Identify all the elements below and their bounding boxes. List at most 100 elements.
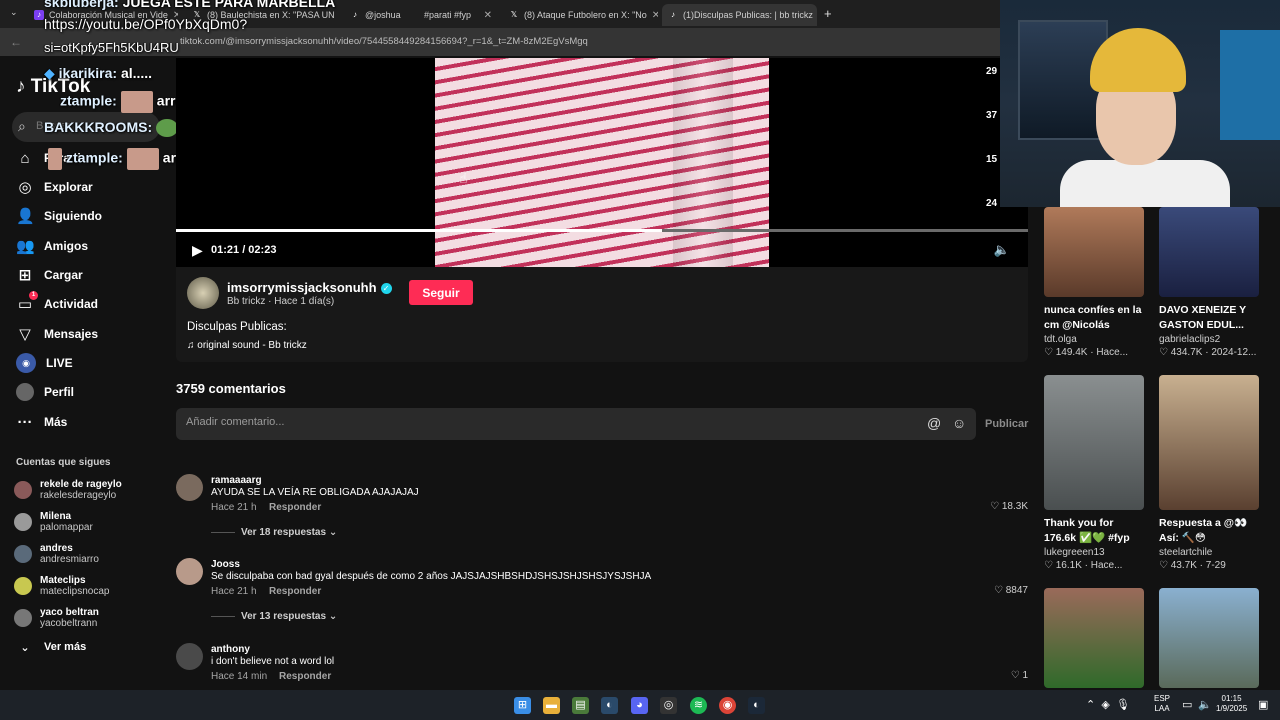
close-icon[interactable]: ✕ <box>652 10 658 21</box>
video-description: Disculpas Publicas: <box>187 321 287 333</box>
video-thumbnail[interactable] <box>1159 375 1259 510</box>
windows-taskbar: ⊞ ▬ ▤ ◐ ◕ ◎ ≋ ◉ ◐ ⌃ ◈ 🎙 ESP LAA ▭ 🔈 01:15… <box>0 690 1280 720</box>
recommended-video[interactable]: DAVO XENEIZE Y GASTON EDUL... gabrielacl… <box>1159 207 1263 358</box>
reply-button[interactable]: Responder <box>269 586 321 597</box>
tab-search-icon[interactable]: ⌄ <box>10 7 18 18</box>
sidebar-item-cargar[interactable]: ⊞ Cargar <box>16 264 83 286</box>
comment-username[interactable]: anthony <box>211 644 250 655</box>
recommended-video[interactable]: nunca confíes en la cm @Nicolás Ferrer..… <box>1044 207 1148 358</box>
publish-button[interactable]: Publicar <box>985 418 1028 430</box>
video-thumbnail[interactable] <box>1044 375 1144 510</box>
sidebar-item-perfil[interactable]: Perfil <box>16 381 74 403</box>
comment-likes[interactable]: ♡ 1 <box>1011 670 1028 681</box>
author-name[interactable]: imsorrymissjacksonuhh ✓ <box>227 280 392 295</box>
obs-icon[interactable]: ◎ <box>660 697 677 714</box>
following-account[interactable]: Milena palomappar <box>14 507 93 537</box>
steam-icon[interactable]: ◐ <box>748 697 765 714</box>
file-explorer-icon[interactable]: ▬ <box>543 697 560 714</box>
chat-emote <box>126 148 159 170</box>
streamer-webcam <box>1000 0 1280 207</box>
recommended-video[interactable]: Thank you for 176.6k ✅💚 #fyp #scooter lu… <box>1044 375 1148 571</box>
author-avatar[interactable] <box>187 277 219 309</box>
video-thumbnail[interactable] <box>1044 207 1144 297</box>
user-follow-icon: 👤 <box>16 208 35 225</box>
microphone-icon: 🎙 <box>1115 699 1130 711</box>
avatar[interactable] <box>176 643 203 670</box>
comment-likes[interactable]: ♡ 18.3K <box>990 501 1028 512</box>
video-thumbnail[interactable] <box>1044 588 1144 688</box>
browser-tab-5[interactable]: 𝕏 (8) Ataque Futbolero en X: "No ✕ <box>503 4 658 26</box>
video-progress-bar[interactable] <box>176 229 1028 232</box>
video-player[interactable]: ▶ 01:21 / 02:23 🔈 <box>176 58 1028 267</box>
discord-icon[interactable]: ◕ <box>631 697 648 714</box>
recommended-video[interactable] <box>1044 588 1148 688</box>
app-icon[interactable]: ▤ <box>572 697 589 714</box>
author-info: imsorrymissjacksonuhh ✓ Bb trickz · Hace … <box>176 267 1028 362</box>
video-thumbnail[interactable] <box>1159 207 1259 297</box>
notification-icon[interactable]: ▣ <box>1258 698 1268 711</box>
back-arrow-icon[interactable]: ← <box>10 35 22 49</box>
avatar <box>14 609 32 627</box>
view-replies-button[interactable]: Ver 18 respuestas ⌄ <box>211 527 337 538</box>
mention-icon[interactable]: @ <box>927 415 941 431</box>
sidebar-item-amigos[interactable]: 👥 Amigos <box>16 235 88 257</box>
tiktok-logo-icon: ♪ <box>16 76 26 97</box>
volume-icon[interactable]: 🔈 <box>1198 698 1212 711</box>
video-thumbnail[interactable] <box>1159 588 1259 688</box>
spotify-icon[interactable]: ≋ <box>690 697 707 714</box>
live-icon: ◉ <box>16 353 36 373</box>
steam-icon[interactable]: ◐ <box>601 697 618 714</box>
new-tab-button[interactable]: + <box>824 6 832 21</box>
browser-tab-4[interactable]: #parati #fyp ✕ <box>418 4 498 26</box>
diamond-badge-icon: ◆ <box>44 65 55 81</box>
avatar[interactable] <box>176 474 203 501</box>
sidebar-item-actividad[interactable]: ▭ 1 Actividad <box>16 291 98 315</box>
volume-icon[interactable]: 🔈 <box>994 242 1010 258</box>
browser-tab-active[interactable]: ♪(1)Disculpas Publicas: | bb trickz✕ <box>662 4 817 26</box>
sidebar-item-live[interactable]: ◉ LIVE <box>16 352 73 374</box>
avatar[interactable] <box>176 558 203 585</box>
sidebar-item-mensajes[interactable]: ▽ Mensajes <box>16 323 98 345</box>
see-more-button[interactable]: ⌄ Ver más <box>16 636 86 658</box>
emoji-icon[interactable]: ☺ <box>952 415 966 431</box>
sound-link[interactable]: ♫ original sound - Bb trickz <box>187 340 307 351</box>
following-account[interactable]: rekele de rageylo rakelesderageylo <box>14 475 122 505</box>
sidebar-item-siguiendo[interactable]: 👤 Siguiendo <box>16 205 102 227</box>
comment-likes[interactable]: ♡ 8847 <box>994 585 1028 596</box>
tab-title: (1)Disculpas Publicas: | bb trickz <box>683 10 813 20</box>
browser-tab-3[interactable]: ♪ @joshua <box>344 4 414 26</box>
comment-text: AYUDA SE LA VEÍA RE OBLIGADA AJAJAJAJ <box>211 487 419 498</box>
recommended-video[interactable]: Respuesta a @👀 Así: 🔨😳 steelartchile ♡ 4… <box>1159 375 1263 571</box>
system-tray[interactable]: ⌃ ◈ 🎙 <box>1086 698 1130 711</box>
chrome-icon[interactable]: ◉ <box>719 697 736 714</box>
recommended-video[interactable] <box>1159 588 1263 688</box>
system-clock[interactable]: 01:15 1/9/2025 <box>1216 694 1247 714</box>
following-account[interactable]: Mateclips mateclipsnocap <box>14 571 109 601</box>
verified-icon: ✓ <box>380 283 392 295</box>
side-counter: 37 <box>986 110 998 121</box>
reply-button[interactable]: Responder <box>269 502 321 513</box>
side-counter: 24 <box>986 198 998 209</box>
language-indicator[interactable]: ESP LAA <box>1154 694 1170 714</box>
comment-item: anthony i don't believe not a word lol H… <box>176 643 1028 688</box>
video-frame <box>435 58 769 267</box>
close-icon[interactable]: ✕ <box>484 10 492 21</box>
comment-username[interactable]: Jooss <box>211 559 240 570</box>
following-account[interactable]: yaco beltran yacobeltrann <box>14 603 99 633</box>
shield-icon: ◈ <box>1101 699 1110 711</box>
reply-button[interactable]: Responder <box>279 671 331 682</box>
comment-input[interactable] <box>186 416 886 428</box>
url-field[interactable]: tiktok.com/@imsorrymissjacksonuhh/video/… <box>180 36 588 47</box>
sidebar-item-mas[interactable]: ··· Más <box>16 411 68 433</box>
comment-username[interactable]: ramaaaarg <box>211 475 262 486</box>
comment-box[interactable]: @ ☺ <box>176 408 976 440</box>
network-icon[interactable]: ▭ <box>1182 698 1192 711</box>
view-replies-button[interactable]: Ver 13 respuestas ⌄ <box>211 611 337 622</box>
sidebar-item-explorar[interactable]: ◎ Explorar <box>16 176 92 198</box>
play-icon[interactable]: ▶ <box>192 242 203 259</box>
comment-text: i don't believe not a word lol <box>211 656 335 667</box>
following-account[interactable]: andres andresmiarro <box>14 539 99 569</box>
comment-time: Hace 21 h <box>211 586 257 597</box>
windows-start-icon[interactable]: ⊞ <box>514 697 531 714</box>
follow-button[interactable]: Seguir <box>409 280 473 305</box>
